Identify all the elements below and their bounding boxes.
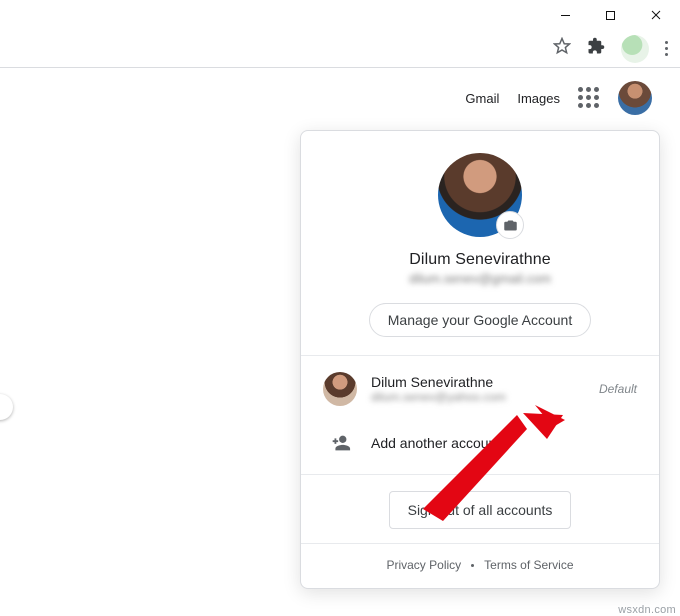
watermark: wsxdn.com — [618, 604, 676, 616]
window-minimize-button[interactable] — [543, 0, 588, 30]
profile-avatar-icon[interactable] — [621, 35, 649, 63]
add-account-row[interactable]: Add another account — [301, 416, 659, 470]
window-close-button[interactable] — [633, 0, 678, 30]
account-menu: Dilum Senevirathne dilum.senev@gmail.com… — [300, 130, 660, 589]
add-account-label: Add another account — [371, 435, 637, 451]
floating-pill — [0, 394, 13, 420]
separator-dot — [471, 564, 474, 567]
bookmark-star-icon[interactable] — [553, 37, 571, 60]
manage-account-button[interactable]: Manage your Google Account — [369, 303, 591, 337]
change-photo-button[interactable] — [496, 211, 524, 239]
account-avatar-large — [438, 153, 522, 237]
kebab-menu-icon[interactable] — [665, 41, 668, 56]
window-maximize-button[interactable] — [588, 0, 633, 30]
default-badge: Default — [599, 382, 637, 396]
account-row[interactable]: Dilum Senevirathne dilum.senev@yahoo.com… — [301, 362, 659, 416]
account-row-name: Dilum Senevirathne — [371, 374, 585, 390]
account-row-email: dilum.senev@yahoo.com — [371, 390, 585, 404]
gmail-link[interactable]: Gmail — [465, 91, 499, 106]
account-email: dilum.senev@gmail.com — [321, 271, 639, 287]
google-apps-icon[interactable] — [578, 87, 600, 109]
images-link[interactable]: Images — [517, 91, 560, 106]
extensions-icon[interactable] — [587, 37, 605, 60]
add-person-icon — [323, 426, 357, 460]
avatar-icon — [323, 372, 357, 406]
signout-button[interactable]: Sign out of all accounts — [389, 491, 572, 529]
account-avatar-icon[interactable] — [618, 81, 652, 115]
terms-link[interactable]: Terms of Service — [484, 558, 573, 572]
privacy-link[interactable]: Privacy Policy — [386, 558, 461, 572]
account-name: Dilum Senevirathne — [321, 251, 639, 269]
